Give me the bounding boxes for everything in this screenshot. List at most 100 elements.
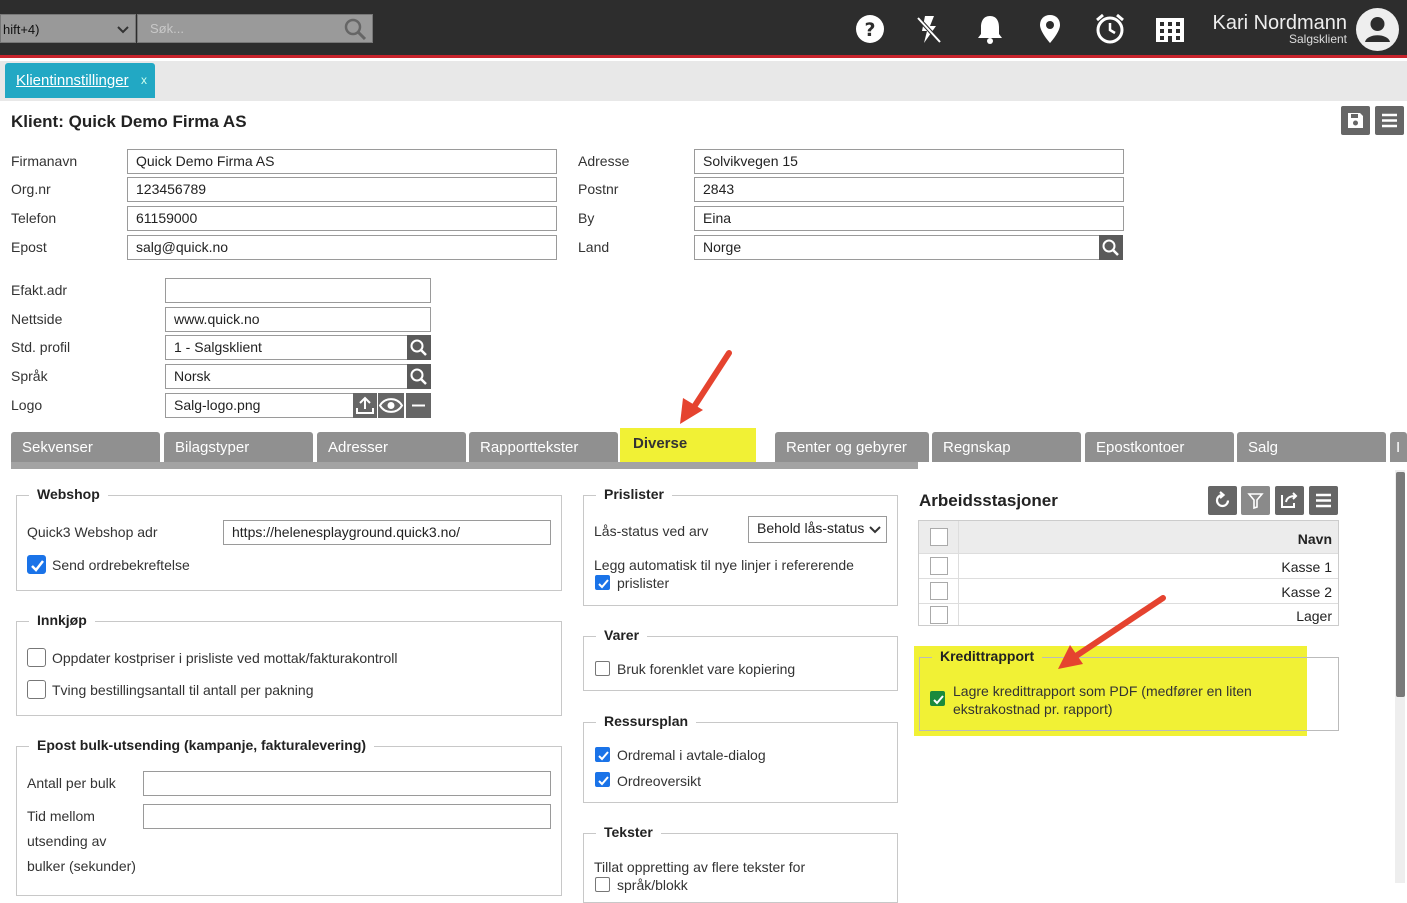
ressursplan-title: Ressursplan (596, 713, 697, 729)
tab-underline (11, 462, 918, 469)
arbeidsstasjoner-table: Navn Kasse 1 Kasse 2 Lager (918, 520, 1339, 626)
flash-off-icon[interactable] (912, 12, 946, 46)
select-all-cell (919, 521, 959, 553)
sprak-search-button[interactable] (407, 364, 431, 389)
innkjop-group: Innkjøp (16, 612, 562, 716)
antall-per-bulk-input[interactable] (143, 771, 551, 796)
tab-rapporttekster[interactable]: Rapporttekster (469, 432, 618, 462)
bell-icon[interactable] (973, 12, 1007, 46)
export-button[interactable] (1275, 486, 1304, 515)
alarm-clock-icon[interactable] (1093, 12, 1127, 46)
row-name: Kasse 2 (1281, 584, 1332, 600)
upload-button[interactable] (353, 393, 377, 418)
epost-bulk-title: Epost bulk-utsending (kampanje, faktural… (29, 737, 375, 753)
postnr-input[interactable]: 2843 (694, 177, 1124, 202)
nettside-label: Nettside (11, 311, 63, 327)
oppdater-kostpriser-checkbox[interactable] (27, 648, 46, 667)
epost-input[interactable]: salg@quick.no (127, 235, 557, 260)
land-search-button[interactable] (1099, 235, 1123, 260)
flere-tekster-checkbox[interactable] (595, 877, 610, 892)
tving-bestillingsantall-label: Tving bestillingsantall til antall per p… (52, 682, 314, 698)
by-input[interactable]: Eina (694, 206, 1124, 231)
tab-diverse[interactable]: Diverse (620, 428, 756, 463)
webshop-adr-input[interactable]: https://helenesplayground.quick3.no/ (223, 520, 551, 545)
shortcut-select[interactable]: hift+4) (0, 14, 136, 43)
row-checkbox-cell (919, 579, 959, 603)
svg-text:?: ? (864, 19, 875, 41)
std-profil-input[interactable]: 1 - Salgsklient (165, 335, 408, 360)
tab-klientinnstillinger[interactable]: Klientinnstillinger x (5, 63, 155, 98)
by-label: By (578, 210, 595, 226)
sprak-label: Språk (11, 368, 48, 384)
tab-bilagstyper[interactable]: Bilagstyper (164, 432, 313, 462)
sprak-input[interactable]: Norsk (165, 364, 408, 389)
table-row[interactable]: Kasse 1 (919, 554, 1338, 579)
close-icon[interactable]: x (141, 63, 147, 98)
tab-salg[interactable]: Salg (1237, 432, 1386, 462)
ordreoversikt-checkbox[interactable] (595, 772, 610, 787)
telefon-label: Telefon (11, 210, 57, 226)
save-button[interactable] (1341, 106, 1370, 135)
avatar[interactable] (1356, 8, 1399, 51)
tekster-label-1: Tillat oppretting av flere tekster for (594, 859, 806, 875)
location-pin-icon[interactable] (1033, 12, 1067, 46)
land-input[interactable]: Norge (694, 235, 1100, 260)
help-icon[interactable]: ? (853, 12, 887, 46)
tid-mellom-label-1: Tid mellom (27, 808, 95, 824)
efakt-label: Efakt.adr (11, 282, 68, 298)
std-profil-label: Std. profil (11, 339, 71, 355)
row-checkbox[interactable] (930, 557, 948, 575)
tab-regnskap[interactable]: Regnskap (932, 432, 1081, 462)
remove-logo-button[interactable] (406, 393, 431, 418)
send-ordrebekreftelse-checkbox[interactable] (27, 555, 46, 574)
select-all-checkbox[interactable] (930, 528, 948, 546)
top-bar: hift+4) Søk... ? Kari Nordmann Salgsklie… (0, 0, 1407, 58)
efakt-input[interactable] (165, 278, 431, 303)
telefon-input[interactable]: 61159000 (127, 206, 557, 231)
menu-button[interactable] (1375, 106, 1404, 135)
land-label: Land (578, 239, 610, 255)
row-checkbox-cell (919, 604, 959, 625)
search-input[interactable]: Søk... (137, 14, 373, 43)
orgnr-input[interactable]: 123456789 (127, 177, 557, 202)
filter-button[interactable] (1241, 486, 1270, 515)
tab-more[interactable]: I (1390, 432, 1407, 462)
tab-sekvenser[interactable]: Sekvenser (11, 432, 160, 462)
row-checkbox[interactable] (930, 582, 948, 600)
adresse-label: Adresse (578, 153, 630, 169)
epost-label: Epost (11, 239, 47, 255)
list-menu-button[interactable] (1309, 486, 1338, 515)
navn-column-header[interactable]: Navn (1298, 531, 1332, 547)
ordreoversikt-label: Ordreoversikt (617, 773, 702, 789)
lagre-kredittrapport-checkbox[interactable] (930, 691, 945, 706)
tekster-title: Tekster (596, 824, 661, 840)
ordremal-checkbox[interactable] (595, 747, 610, 762)
tab-epostkontoer[interactable]: Epostkontoer (1085, 432, 1234, 462)
tab-adresser[interactable]: Adresser (317, 432, 466, 462)
building-icon[interactable] (1153, 12, 1187, 46)
las-status-select[interactable]: Behold lås-status (748, 516, 887, 543)
chevron-down-icon (115, 15, 131, 54)
tving-bestillingsantall-checkbox[interactable] (27, 680, 46, 699)
refresh-button[interactable] (1208, 486, 1237, 515)
page-title: Klient: Quick Demo Firma AS (11, 112, 247, 131)
table-row[interactable]: Kasse 2 (919, 579, 1338, 604)
scrollbar-thumb[interactable] (1396, 472, 1405, 697)
row-checkbox[interactable] (930, 606, 948, 624)
search-icon[interactable] (344, 18, 368, 49)
tab-renter-og-gebyrer[interactable]: Renter og gebyrer (775, 432, 929, 462)
table-row[interactable]: Lager (919, 604, 1338, 625)
auto-prislister-checkbox[interactable] (595, 575, 610, 590)
tid-mellom-input[interactable] (143, 804, 551, 829)
adresse-input[interactable]: Solvikvegen 15 (694, 149, 1124, 174)
firmanavn-input[interactable]: Quick Demo Firma AS (127, 149, 557, 174)
auto-prislister-label-2: prislister (617, 575, 670, 591)
innkjop-title: Innkjøp (29, 612, 95, 628)
kredittrapport-title: Kredittrapport (932, 648, 1043, 664)
webshop-title: Webshop (29, 486, 108, 502)
std-profil-search-button[interactable] (407, 335, 431, 360)
forenklet-kopiering-checkbox[interactable] (595, 661, 610, 676)
nettside-input[interactable]: www.quick.no (165, 307, 431, 332)
preview-eye-button[interactable] (378, 393, 404, 418)
logo-input[interactable]: Salg-logo.png (165, 393, 354, 418)
